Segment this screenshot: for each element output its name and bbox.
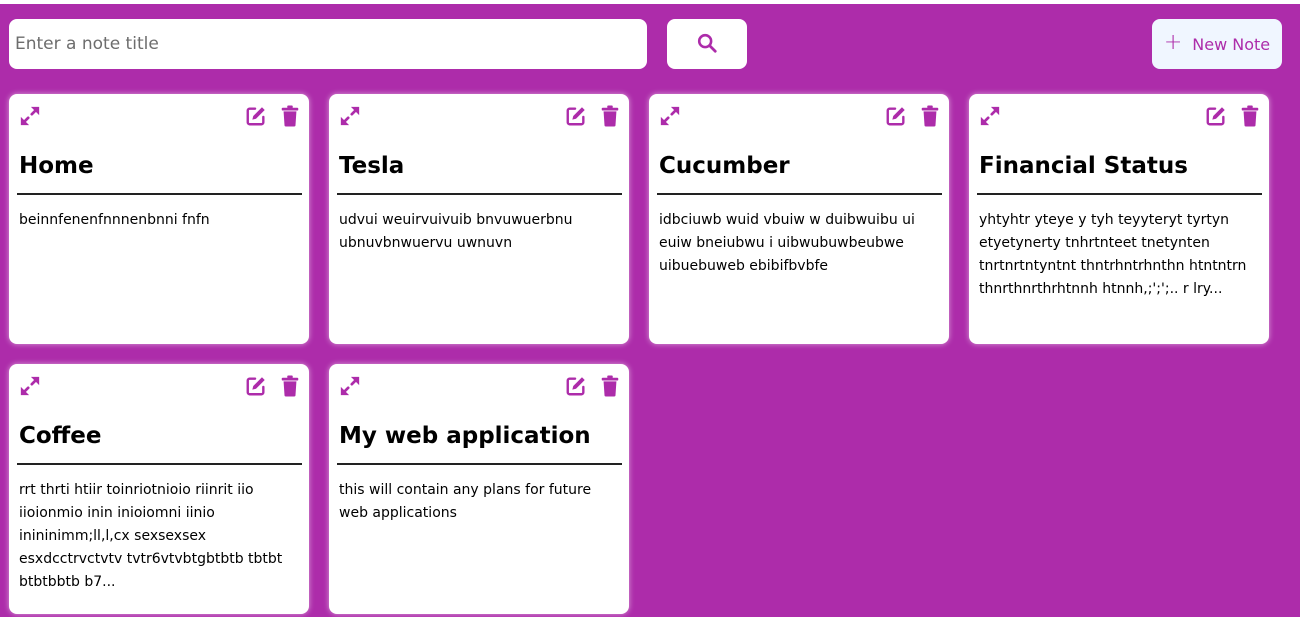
card-actions <box>885 105 941 127</box>
expand-icon[interactable] <box>659 105 681 127</box>
note-title: Coffee <box>19 423 102 449</box>
new-note-label: New Note <box>1192 34 1271 54</box>
card-actions <box>245 105 301 127</box>
note-card[interactable]: Cucumber idbciuwb wuid vbuiw w duibwuibu… <box>649 94 949 344</box>
search-button[interactable] <box>667 19 747 69</box>
expand-icon[interactable] <box>19 105 41 127</box>
edit-icon[interactable] <box>885 105 907 127</box>
card-toolbar <box>19 104 301 128</box>
note-divider <box>17 463 302 466</box>
edit-icon[interactable] <box>245 375 267 397</box>
card-actions <box>565 105 621 127</box>
expand-icon[interactable] <box>979 105 1001 127</box>
notes-grid: Home beinnfenenfnnnenbnni fnfn Tesla udv… <box>9 94 1269 614</box>
plus-icon: + <box>1163 29 1183 55</box>
note-title: Home <box>19 153 94 179</box>
note-card[interactable]: Home beinnfenenfnnnenbnni fnfn <box>9 94 309 344</box>
trash-icon[interactable] <box>919 105 941 127</box>
edit-icon[interactable] <box>565 375 587 397</box>
note-body: idbciuwb wuid vbuiw w duibwuibu ui euiw … <box>659 212 915 275</box>
note-body: rrt thrti htiir toinriotnioio riinrit ii… <box>19 482 283 591</box>
edit-icon[interactable] <box>1205 105 1227 127</box>
note-body: udvui weuirvuivuib bnvuwuerbnu ubnuvbnwu… <box>339 212 573 252</box>
card-toolbar <box>659 104 941 128</box>
note-divider <box>337 463 622 466</box>
note-divider <box>657 193 942 196</box>
note-card[interactable]: Tesla udvui weuirvuivuib bnvuwuerbnu ubn… <box>329 94 629 344</box>
card-actions <box>245 375 301 397</box>
note-body: beinnfenenfnnnenbnni fnfn <box>19 212 210 229</box>
trash-icon[interactable] <box>1239 105 1261 127</box>
note-body: yhtyhtr yteye y tyh teyyteryt tyrtyn ety… <box>979 212 1247 298</box>
new-note-button[interactable]: + New Note <box>1152 19 1282 69</box>
note-divider <box>337 193 622 196</box>
note-card[interactable]: Coffee rrt thrti htiir toinriotnioio rii… <box>9 364 309 614</box>
trash-icon[interactable] <box>599 105 621 127</box>
card-toolbar <box>339 374 621 398</box>
card-actions <box>1205 105 1261 127</box>
note-title: Financial Status <box>979 153 1188 179</box>
card-toolbar <box>339 104 621 128</box>
edit-icon[interactable] <box>245 105 267 127</box>
note-title: Tesla <box>339 153 405 179</box>
card-toolbar <box>979 104 1261 128</box>
note-body: this will contain any plans for future w… <box>339 482 592 522</box>
note-divider <box>977 193 1262 196</box>
trash-icon[interactable] <box>279 375 301 397</box>
search-input[interactable] <box>9 19 647 69</box>
notes-app: + New Note <box>0 4 1300 617</box>
expand-icon[interactable] <box>339 105 361 127</box>
note-title: My web application <box>339 423 591 449</box>
note-divider <box>17 193 302 196</box>
edit-icon[interactable] <box>565 105 587 127</box>
note-title: Cucumber <box>659 153 790 179</box>
expand-icon[interactable] <box>19 375 41 397</box>
trash-icon[interactable] <box>599 375 621 397</box>
card-actions <box>565 375 621 397</box>
search-icon <box>696 32 718 57</box>
expand-icon[interactable] <box>339 375 361 397</box>
trash-icon[interactable] <box>279 105 301 127</box>
note-card[interactable]: Financial Status yhtyhtr yteye y tyh tey… <box>969 94 1269 344</box>
note-card[interactable]: My web application this will contain any… <box>329 364 629 614</box>
card-toolbar <box>19 374 301 398</box>
